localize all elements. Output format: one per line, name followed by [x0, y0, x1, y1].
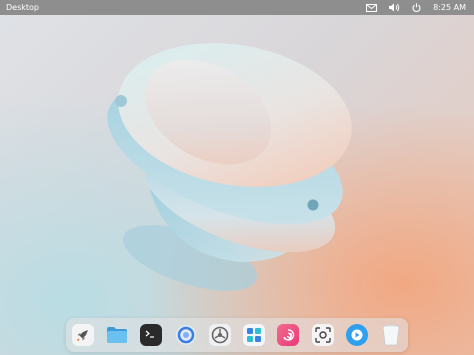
dock: [66, 318, 408, 352]
app-store-icon: [246, 327, 262, 343]
screenshot-icon: [314, 327, 331, 343]
trash-button[interactable]: [380, 324, 402, 346]
terminal-button[interactable]: [140, 324, 163, 346]
debian-icon: [281, 328, 295, 342]
play-icon: [351, 329, 363, 341]
app-store-button[interactable]: [243, 324, 266, 346]
screenshot-button[interactable]: [311, 324, 334, 346]
file-manager-button[interactable]: [106, 324, 128, 346]
rocket-icon: [75, 327, 91, 343]
trash-icon: [382, 324, 400, 346]
launcher-button[interactable]: [72, 324, 94, 346]
folder-icon: [106, 325, 128, 345]
wallpaper-artwork: [107, 43, 352, 291]
debian-app-button[interactable]: [277, 324, 300, 346]
terminal-icon: [144, 329, 158, 341]
settings-button[interactable]: [208, 324, 231, 346]
browser-button[interactable]: [175, 324, 197, 346]
video-player-button[interactable]: [345, 324, 368, 346]
browser-icon: [175, 324, 197, 346]
gear-icon: [211, 326, 229, 344]
